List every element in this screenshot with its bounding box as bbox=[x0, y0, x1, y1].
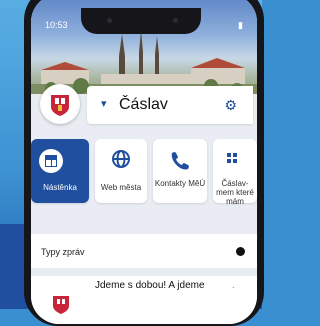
toggle-indicator-icon[interactable] bbox=[236, 247, 245, 256]
tile-web-mesta[interactable]: Web města bbox=[95, 139, 147, 203]
app-screen: 10:53 ▮ ▾ Čáslav ⚙ Nástěnka Web města Ko… bbox=[31, 0, 257, 324]
message-types-section[interactable]: Typy zpráv bbox=[31, 234, 257, 268]
tile-label: Nástěnka bbox=[43, 183, 77, 192]
city-crest[interactable] bbox=[40, 84, 80, 124]
more-dots-icon[interactable]: · bbox=[232, 282, 235, 293]
tile-label: Čáslav-mem které mám bbox=[216, 179, 254, 206]
status-time: 10:53 bbox=[45, 20, 68, 30]
news-item[interactable]: Jdeme s dobou! A jdeme · bbox=[31, 276, 257, 324]
city-name: Čáslav bbox=[119, 96, 168, 113]
globe-icon bbox=[112, 150, 130, 168]
city-selector[interactable]: ▾ Čáslav ⚙ bbox=[87, 86, 253, 124]
crest-icon bbox=[51, 95, 69, 116]
chevron-down-icon[interactable]: ▾ bbox=[101, 97, 107, 110]
apps-icon bbox=[227, 153, 237, 163]
status-bar: 10:53 ▮ bbox=[31, 20, 257, 34]
tile-label: Kontakty MěÚ bbox=[154, 179, 206, 188]
tile-caslav-mem[interactable]: Čáslav-mem které mám bbox=[213, 139, 257, 206]
battery-icon: ▮ bbox=[238, 20, 243, 30]
news-headline: Jdeme s dobou! A jdeme bbox=[95, 280, 205, 291]
board-icon bbox=[39, 149, 63, 173]
tile-kontakty[interactable]: Kontakty MěÚ bbox=[153, 139, 207, 203]
tiles-row: Nástěnka Web města Kontakty MěÚ Čáslav-m… bbox=[31, 139, 257, 206]
section-title: Typy zpráv bbox=[41, 247, 85, 257]
gear-icon[interactable]: ⚙ bbox=[224, 97, 237, 114]
crest-icon bbox=[53, 296, 69, 314]
tile-label: Web města bbox=[100, 183, 142, 192]
tile-nastenka[interactable]: Nástěnka bbox=[31, 139, 89, 203]
phone-icon bbox=[171, 152, 189, 170]
